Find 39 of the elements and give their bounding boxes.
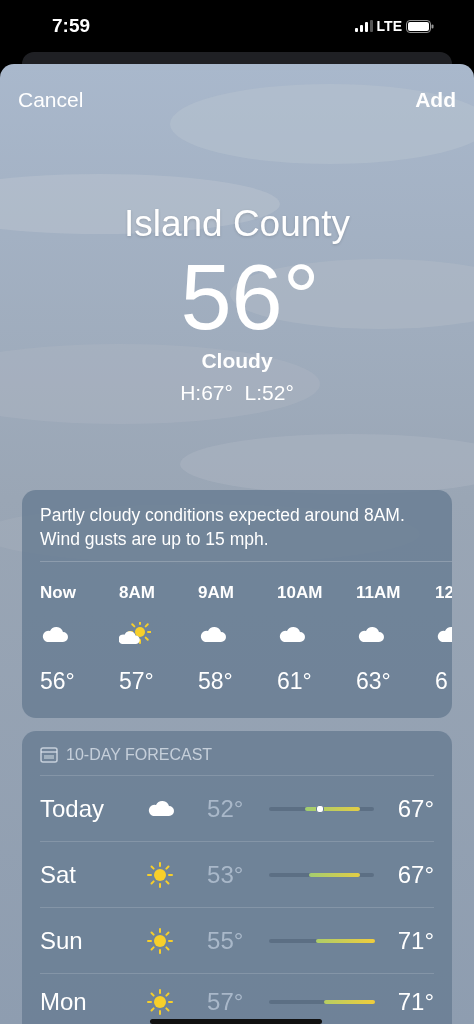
day-label: Today: [40, 793, 106, 824]
signal-icon: [354, 20, 373, 32]
day-label: Sat: [40, 859, 78, 890]
hour-temperature: 61°: [277, 666, 312, 696]
high-temperature: 71°: [396, 986, 434, 1017]
high-temperature: 71°: [396, 925, 434, 956]
high-temperature: 67°: [396, 859, 434, 890]
hour-temperature: 63°: [356, 666, 391, 696]
hour-temperature: 56°: [40, 666, 75, 696]
hour-label: 8AM: [119, 582, 155, 605]
low-temperature: 55°: [207, 925, 245, 956]
sun-icon: [145, 987, 174, 1016]
hour-temperature: 6: [435, 666, 448, 696]
current-temperature: 56°: [179, 251, 320, 343]
battery-icon: [406, 19, 434, 33]
day-label: Mon: [40, 986, 88, 1017]
hour-temperature: 58°: [198, 666, 233, 696]
calendar-icon: [40, 747, 58, 763]
day-label: Sun: [40, 925, 84, 956]
hour-label: 9AM: [198, 582, 234, 605]
low-temperature: 52°: [207, 793, 245, 824]
high-temperature: 67°: [396, 793, 434, 824]
low-temperature: 57°: [207, 986, 245, 1017]
location-name: Island County: [123, 201, 351, 246]
section-title: 10-DAY FORECAST: [66, 745, 213, 765]
hour-label: 10AM: [277, 582, 323, 605]
low-temperature: 53°: [207, 859, 245, 890]
cancel-button[interactable]: Cancel: [18, 84, 84, 116]
hour-label: 11AM: [356, 582, 401, 605]
status-time: 7:59: [52, 13, 91, 38]
sun-icon: [145, 926, 174, 955]
hour-label: Now: [40, 582, 76, 605]
add-button[interactable]: Add: [415, 84, 456, 116]
sun-icon: [145, 860, 174, 889]
weather-condition: Cloudy: [201, 348, 273, 374]
high-low-temperature: H:67° L:52°: [180, 379, 294, 406]
forecast-summary: Partly cloudy conditions expected around 8AM. Wind gusts are up to 15 mph.: [40, 504, 406, 551]
network-label: LTE: [376, 16, 402, 36]
hour-temperature: 57°: [119, 666, 154, 696]
